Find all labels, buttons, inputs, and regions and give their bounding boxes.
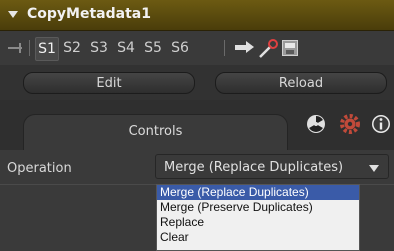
collapse-triangle-icon[interactable] [8, 11, 18, 18]
operation-dropdown-list: Merge (Replace Duplicates) Merge (Preser… [156, 184, 360, 251]
slot-s3[interactable]: S3 [88, 37, 110, 59]
dropdown-option-merge-preserve[interactable]: Merge (Preserve Duplicates) [157, 200, 359, 215]
radiation-icon[interactable] [305, 113, 327, 135]
dropdown-option-clear[interactable]: Clear [157, 230, 359, 245]
operation-label: Operation [7, 161, 72, 176]
toolbar: S1 S2 S3 S4 S5 S6 [0, 31, 394, 65]
edit-button[interactable]: Edit [23, 72, 195, 94]
reload-button[interactable]: Reload [215, 72, 387, 94]
operation-select[interactable]: Merge (Replace Duplicates) [155, 154, 389, 179]
chevron-down-icon[interactable] [369, 165, 379, 172]
tab-controls[interactable]: Controls [23, 114, 288, 150]
dropdown-option-merge-replace[interactable]: Merge (Replace Duplicates) [157, 185, 359, 200]
tool-panel: CopyMetadata1 S1 S2 S3 S4 S5 S6 Edit Rel… [0, 0, 394, 251]
slot-s1[interactable]: S1 [35, 37, 59, 61]
tool-header[interactable]: CopyMetadata1 [0, 0, 394, 31]
button-row: Edit Reload [0, 65, 394, 100]
arrow-right-icon[interactable] [235, 41, 254, 53]
operation-select-value: Merge (Replace Duplicates) [164, 160, 344, 175]
pin-icon[interactable] [8, 43, 22, 53]
node-link-icon[interactable] [257, 39, 279, 59]
slot-s6[interactable]: S6 [169, 37, 191, 59]
dropdown-option-replace[interactable]: Replace [157, 215, 359, 230]
slot-s2[interactable]: S2 [61, 37, 83, 59]
slot-s5[interactable]: S5 [142, 37, 164, 59]
toolbar-divider [29, 40, 30, 56]
gear-icon[interactable] [339, 113, 361, 135]
toolbar-divider [224, 40, 225, 56]
slot-s4[interactable]: S4 [115, 37, 137, 59]
tabs-row: Controls [0, 100, 394, 150]
tool-title: CopyMetadata1 [27, 6, 151, 22]
save-icon[interactable] [282, 40, 298, 56]
info-icon[interactable] [370, 113, 392, 135]
